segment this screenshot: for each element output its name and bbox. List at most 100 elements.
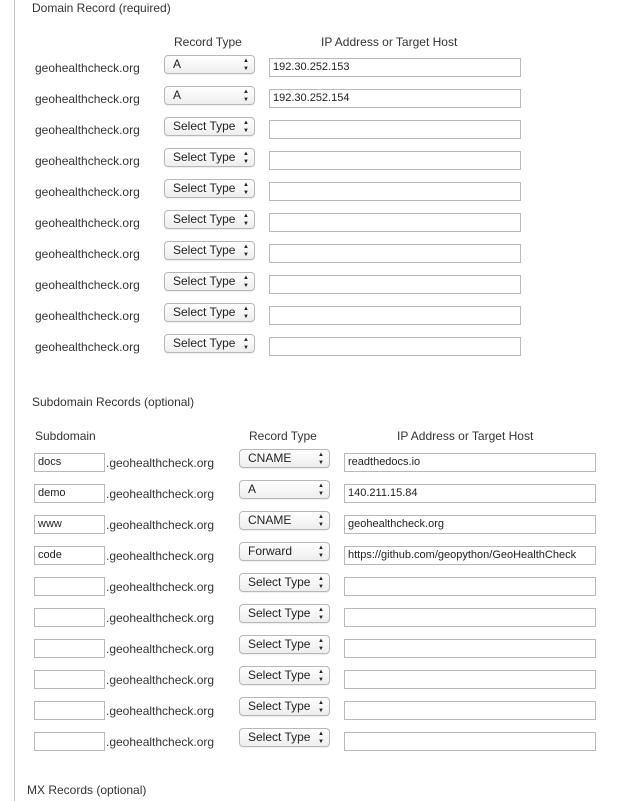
- updown-chevron-icon: ▲ ▼: [318, 451, 324, 466]
- record-type-select[interactable]: Forward ▲ ▼: [239, 542, 330, 561]
- record-type-select[interactable]: Select Type ▲ ▼: [164, 303, 255, 322]
- subdomain-input[interactable]: demo: [34, 484, 105, 503]
- target-host-input[interactable]: [269, 275, 521, 294]
- subdomain-input[interactable]: code: [34, 546, 105, 565]
- updown-chevron-icon: ▲ ▼: [318, 544, 324, 559]
- updown-chevron-icon: ▲ ▼: [243, 212, 249, 227]
- domain-suffix-label: .geohealthcheck.org: [106, 642, 215, 656]
- target-host-input[interactable]: [269, 337, 521, 356]
- record-type-value: Select Type: [248, 668, 311, 682]
- record-type-value: Select Type: [173, 243, 236, 257]
- record-type-value: Select Type: [173, 274, 236, 288]
- subdomain-col-subdomain: Subdomain: [35, 429, 96, 443]
- target-host-input[interactable]: [269, 306, 521, 325]
- target-host-input[interactable]: [269, 213, 521, 232]
- target-host-input[interactable]: 140.211.15.84: [344, 484, 596, 503]
- target-host-input[interactable]: [269, 120, 521, 139]
- record-type-value: CNAME: [248, 513, 292, 527]
- target-host-input[interactable]: [344, 577, 596, 596]
- record-type-select[interactable]: A ▲ ▼: [164, 86, 255, 105]
- target-host-input[interactable]: [344, 608, 596, 627]
- subdomain-input[interactable]: [34, 732, 105, 751]
- record-type-value: Select Type: [173, 150, 236, 164]
- subdomain-input[interactable]: [34, 670, 105, 689]
- record-type-select[interactable]: Select Type ▲ ▼: [164, 179, 255, 198]
- domain-name-label: geohealthcheck.org: [35, 154, 140, 168]
- updown-chevron-icon: ▲ ▼: [243, 274, 249, 289]
- target-host-input[interactable]: [269, 182, 521, 201]
- record-type-select[interactable]: Select Type ▲ ▼: [239, 697, 330, 716]
- domain-name-label: geohealthcheck.org: [35, 185, 140, 199]
- subdomain-input[interactable]: docs: [34, 453, 105, 472]
- record-type-select[interactable]: Select Type ▲ ▼: [239, 604, 330, 623]
- domain-name-label: geohealthcheck.org: [35, 340, 140, 354]
- record-type-select[interactable]: Select Type ▲ ▼: [239, 666, 330, 685]
- target-host-input[interactable]: [269, 151, 521, 170]
- subdomain-input[interactable]: www: [34, 515, 105, 534]
- record-type-value: Select Type: [248, 730, 311, 744]
- domain-suffix-label: .geohealthcheck.org: [106, 735, 215, 749]
- updown-chevron-icon: ▲ ▼: [243, 57, 249, 72]
- updown-chevron-icon: ▲ ▼: [243, 336, 249, 351]
- record-type-select[interactable]: Select Type ▲ ▼: [239, 728, 330, 747]
- updown-chevron-icon: ▲ ▼: [318, 482, 324, 497]
- record-type-select[interactable]: CNAME ▲ ▼: [239, 511, 330, 530]
- record-type-value: Select Type: [173, 119, 236, 133]
- record-type-value: A: [248, 482, 257, 496]
- domain-name-label: geohealthcheck.org: [35, 309, 140, 323]
- record-type-select[interactable]: A ▲ ▼: [239, 480, 330, 499]
- domain-name-label: geohealthcheck.org: [35, 123, 140, 137]
- record-type-value: Select Type: [173, 305, 236, 319]
- subdomain-input[interactable]: [34, 577, 105, 596]
- target-host-input[interactable]: geohealthcheck.org: [344, 515, 596, 534]
- subdomain-col-target: IP Address or Target Host: [397, 429, 534, 443]
- target-host-input[interactable]: [344, 639, 596, 658]
- domain-col-target: IP Address or Target Host: [321, 35, 458, 49]
- domain-suffix-label: .geohealthcheck.org: [106, 518, 215, 532]
- record-type-value: Select Type: [173, 212, 236, 226]
- record-type-select[interactable]: Select Type ▲ ▼: [164, 241, 255, 260]
- target-host-input[interactable]: [269, 244, 521, 263]
- updown-chevron-icon: ▲ ▼: [243, 243, 249, 258]
- domain-name-label: geohealthcheck.org: [35, 278, 140, 292]
- record-type-select[interactable]: A ▲ ▼: [164, 55, 255, 74]
- updown-chevron-icon: ▲ ▼: [318, 513, 324, 528]
- target-host-input[interactable]: https://github.com/geopython/GeoHealthCh…: [344, 546, 596, 565]
- section-divider-line: [14, 0, 15, 801]
- subdomain-input[interactable]: [34, 608, 105, 627]
- target-host-input[interactable]: 192.30.252.153: [269, 58, 521, 77]
- record-type-select[interactable]: CNAME ▲ ▼: [239, 449, 330, 468]
- record-type-select[interactable]: Select Type ▲ ▼: [239, 573, 330, 592]
- subdomain-input[interactable]: [34, 701, 105, 720]
- record-type-value: Select Type: [248, 575, 311, 589]
- target-host-input[interactable]: 192.30.252.154: [269, 89, 521, 108]
- record-type-value: Select Type: [173, 336, 236, 350]
- target-host-input[interactable]: [344, 670, 596, 689]
- domain-suffix-label: .geohealthcheck.org: [106, 704, 215, 718]
- domain-suffix-label: .geohealthcheck.org: [106, 549, 215, 563]
- record-type-value: A: [173, 88, 182, 102]
- updown-chevron-icon: ▲ ▼: [243, 181, 249, 196]
- target-host-input[interactable]: [344, 732, 596, 751]
- record-type-value: CNAME: [248, 451, 292, 465]
- subdomain-input[interactable]: [34, 639, 105, 658]
- record-type-value: Forward: [248, 544, 293, 558]
- target-host-input[interactable]: [344, 701, 596, 720]
- domain-suffix-label: .geohealthcheck.org: [106, 611, 215, 625]
- target-host-input[interactable]: readthedocs.io: [344, 453, 596, 472]
- domain-suffix-label: .geohealthcheck.org: [106, 487, 215, 501]
- updown-chevron-icon: ▲ ▼: [318, 668, 324, 683]
- record-type-select[interactable]: Select Type ▲ ▼: [164, 334, 255, 353]
- record-type-value: Select Type: [248, 699, 311, 713]
- record-type-value: Select Type: [173, 181, 236, 195]
- record-type-select[interactable]: Select Type ▲ ▼: [164, 117, 255, 136]
- updown-chevron-icon: ▲ ▼: [243, 88, 249, 103]
- record-type-select[interactable]: Select Type ▲ ▼: [164, 272, 255, 291]
- record-type-select[interactable]: Select Type ▲ ▼: [239, 635, 330, 654]
- record-type-select[interactable]: Select Type ▲ ▼: [164, 148, 255, 167]
- domain-name-label: geohealthcheck.org: [35, 92, 140, 106]
- record-type-value: A: [173, 57, 182, 71]
- record-type-select[interactable]: Select Type ▲ ▼: [164, 210, 255, 229]
- domain-record-title: Domain Record (required): [32, 1, 171, 15]
- updown-chevron-icon: ▲ ▼: [318, 606, 324, 621]
